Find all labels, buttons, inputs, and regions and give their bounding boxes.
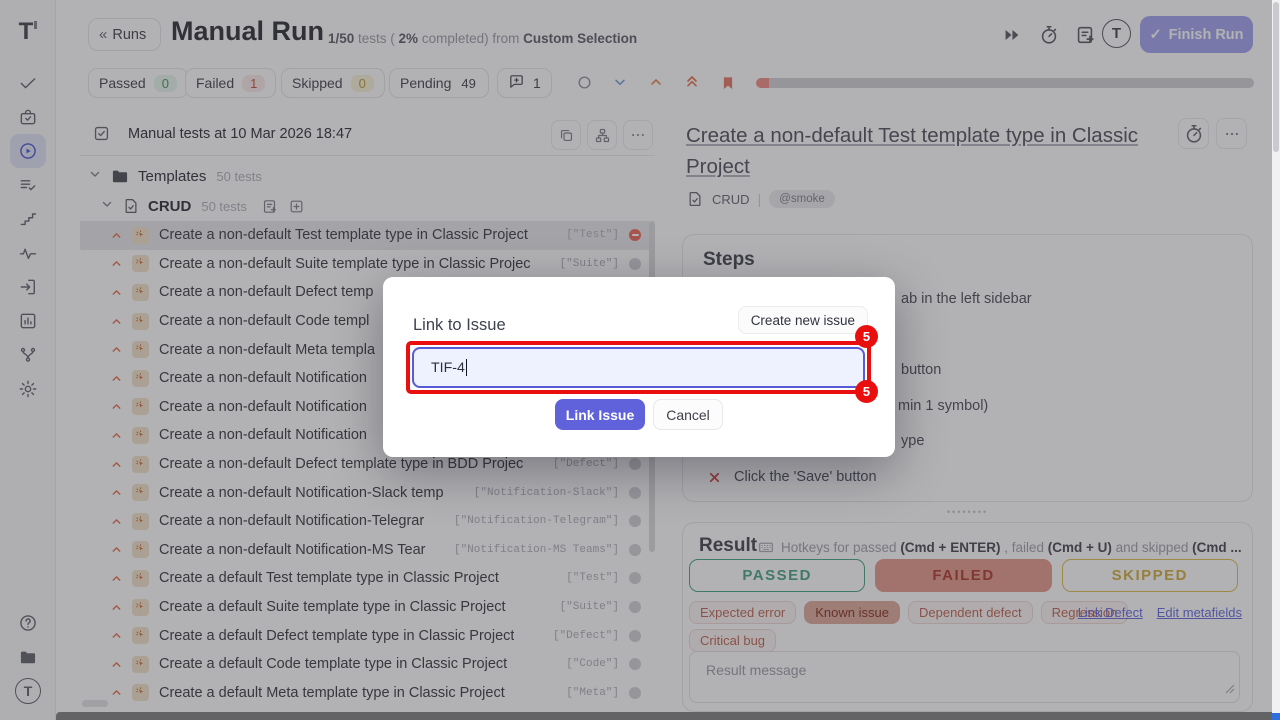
- annotation-badge: 5: [855, 325, 878, 348]
- dialog-title: Link to Issue: [413, 316, 506, 335]
- link-to-issue-dialog: Link to Issue Create new issue TIF-4 5 5…: [383, 277, 895, 457]
- annotation-badge: 5: [855, 380, 878, 403]
- create-new-issue-button[interactable]: Create new issue: [738, 306, 868, 334]
- issue-id-input[interactable]: TIF-4: [412, 347, 865, 388]
- scrollbar-corner: [1272, 713, 1280, 720]
- cancel-button[interactable]: Cancel: [653, 399, 723, 430]
- text-caret: [466, 359, 467, 376]
- issue-id-value: TIF-4: [431, 360, 465, 376]
- browser-scrollbar[interactable]: [1272, 0, 1280, 720]
- link-issue-button[interactable]: Link Issue: [555, 399, 645, 430]
- scrollbar-thumb[interactable]: [1273, 2, 1279, 152]
